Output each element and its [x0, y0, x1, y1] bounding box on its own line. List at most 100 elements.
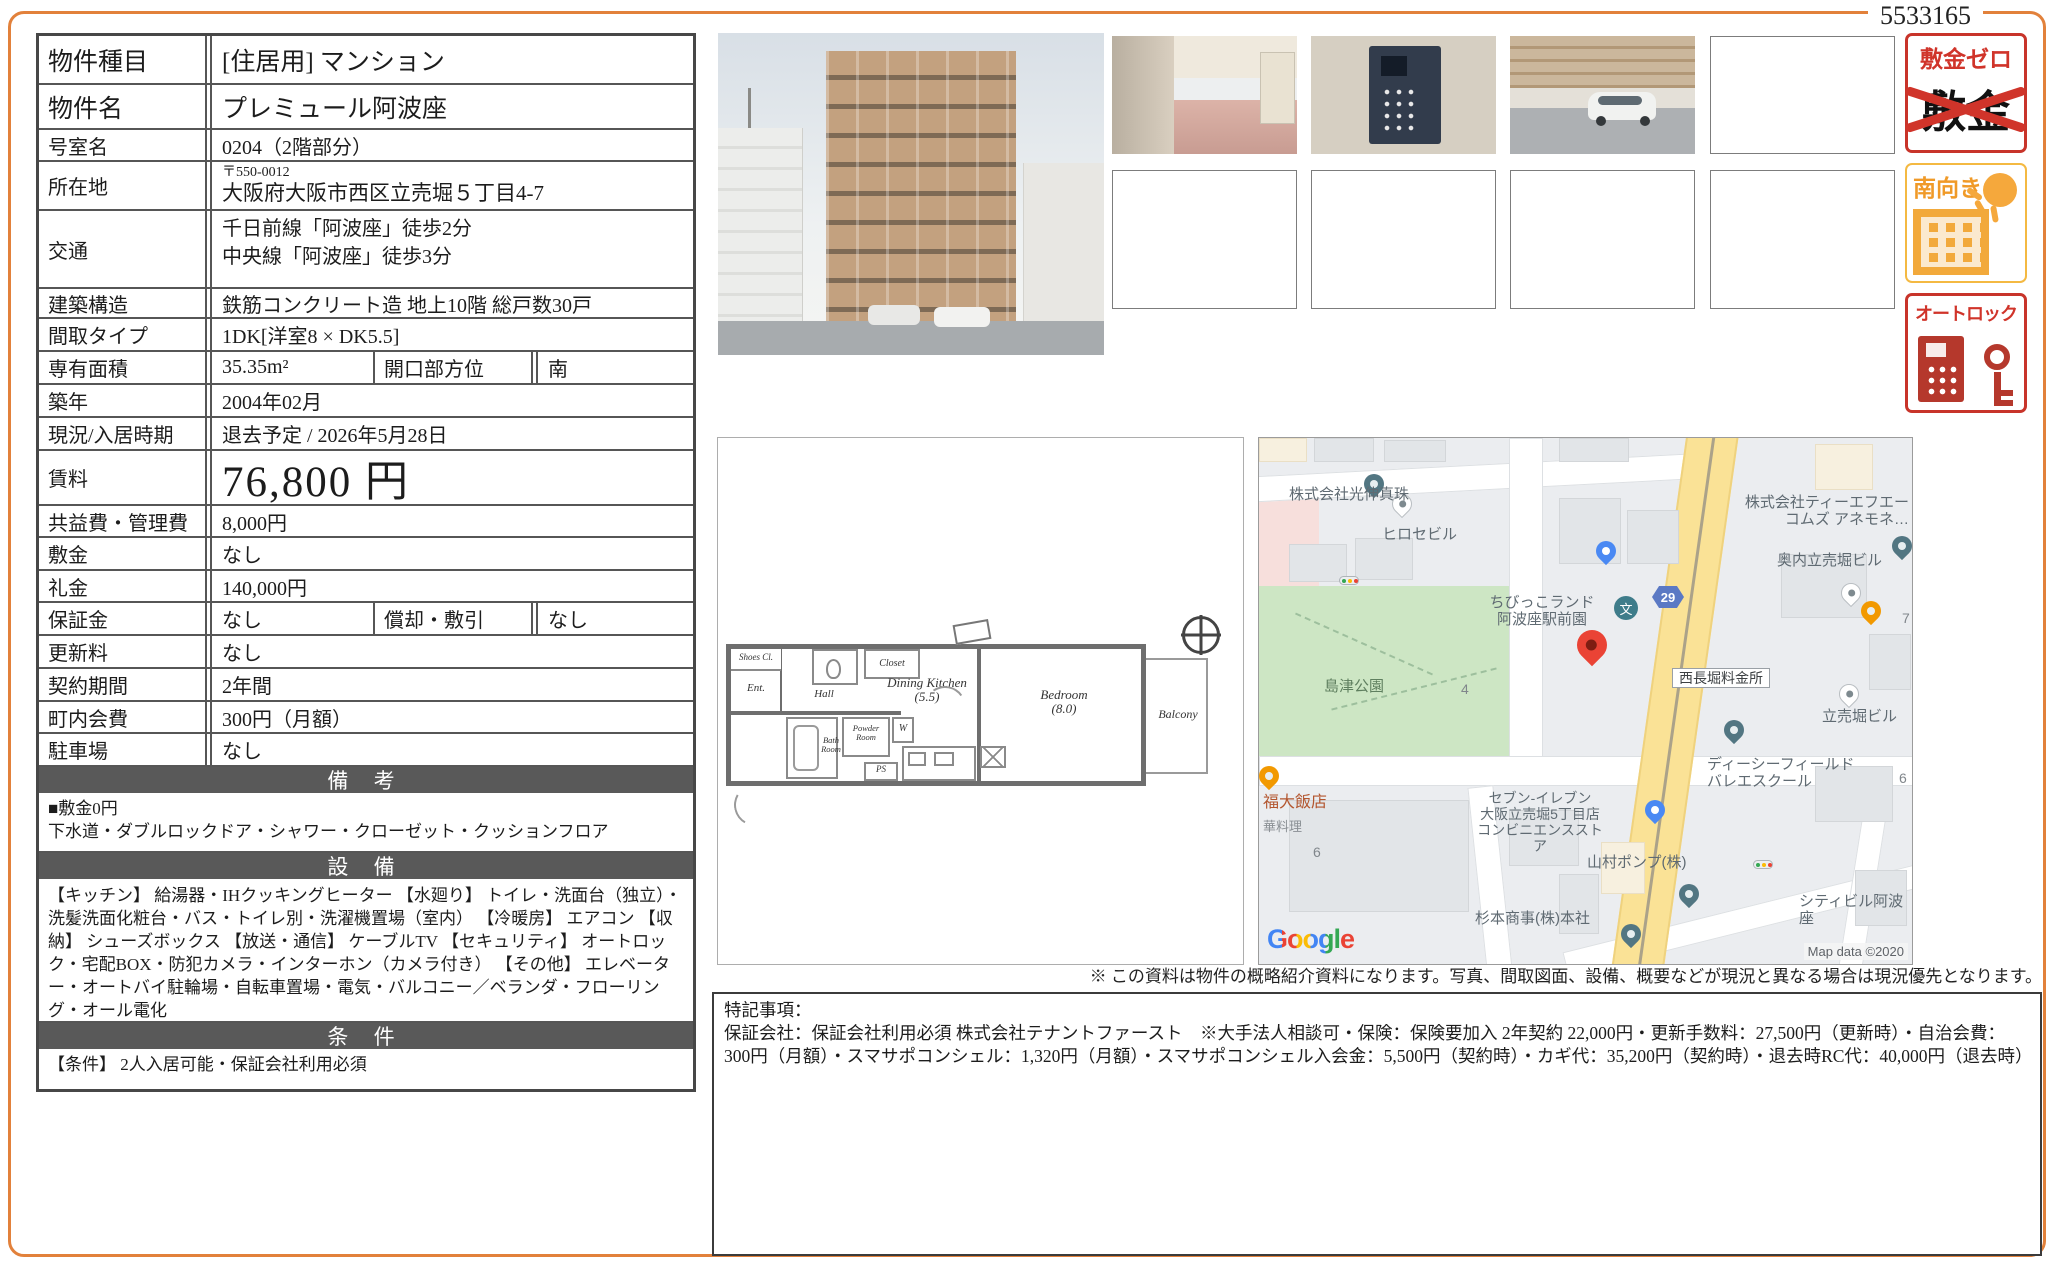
- row-label: 築年: [39, 385, 207, 416]
- row-label: 駐車場: [39, 734, 207, 765]
- row-label: 間取タイプ: [39, 319, 207, 350]
- empty-photo-slot: [1510, 170, 1695, 309]
- special-notes-title: 特記事項：: [724, 999, 2030, 1022]
- row-value: 35.35m²: [210, 352, 370, 383]
- hallway-wall: [1112, 36, 1174, 154]
- car-wheel: [1596, 116, 1606, 126]
- table-row: 物件種目 [住居用] マンション: [39, 36, 693, 83]
- row-label: 契約期間: [39, 669, 207, 700]
- property-spec-table: 物件種目 [住居用] マンション 物件名 プレミュール阿波座 号室名 0204（…: [36, 33, 696, 1092]
- school-icon: 文: [1614, 596, 1638, 620]
- map-label: 山村ポンプ(株): [1587, 854, 1687, 871]
- table-row: 駐車場 なし: [39, 732, 693, 765]
- room-wc: [812, 649, 858, 685]
- map-building: [1384, 440, 1446, 462]
- row-label: 現況/入居時期: [39, 418, 207, 449]
- row-value: 0204（2階部分）: [210, 130, 693, 160]
- equipment-text: 【キッチン】 給湯器・IHクッキングヒーター 【水廻り】 トイレ・洗面台（独立）…: [39, 879, 693, 1021]
- toilet-icon: [826, 659, 841, 679]
- building-icon: [1913, 209, 1989, 275]
- row-label: 礼金: [39, 571, 207, 601]
- table-row: 町内会費 300円（月額）: [39, 700, 693, 732]
- car-wheel: [1640, 116, 1650, 126]
- map-building: [1869, 634, 1911, 690]
- room-label-closet: Closet: [866, 658, 918, 669]
- wall: [731, 711, 901, 715]
- crossed-out-deposit-text: 敷金: [1908, 76, 2024, 140]
- table-row: 礼金 140,000円: [39, 569, 693, 601]
- table-row: 間取タイプ 1DK[洋室8 × DK5.5]: [39, 317, 693, 350]
- postal-code: 〒550-0012: [222, 165, 290, 181]
- equipment-section-header: 設 備: [39, 851, 693, 879]
- map-label: 7: [1902, 610, 1910, 626]
- table-row: 専有面積 35.35m² 開口部方位 南: [39, 350, 693, 383]
- row-value-2: 南: [536, 352, 693, 383]
- row-label: 所在地: [39, 162, 207, 209]
- row-value: なし: [210, 636, 693, 667]
- table-row: 物件名 プレミュール阿波座: [39, 83, 693, 128]
- map-label: 株式会社ティーエフエー コムズ アネモネ…: [1709, 494, 1909, 529]
- map-building: [1314, 438, 1374, 462]
- row-label: 共益費・管理費: [39, 506, 207, 536]
- row-label: 交通: [39, 211, 207, 287]
- map-building: [1627, 510, 1679, 564]
- key-icon: [1984, 344, 2010, 370]
- map-label: 6: [1313, 844, 1321, 860]
- row-label: 保証金: [39, 603, 207, 634]
- hatch-box: [980, 746, 1006, 768]
- room-label-hall: Hall: [804, 688, 844, 700]
- table-row: 所在地 〒550-0012 大阪府大阪市西区立売堀５丁目4-7: [39, 160, 693, 209]
- table-row: 交通 千日前線「阿波座」徒歩2分 中央線「阿波座」徒歩3分: [39, 209, 693, 287]
- empty-photo-slot: [1112, 170, 1297, 309]
- row-value: 300円（月額）: [210, 702, 693, 732]
- special-notes-box: 特記事項： 保証会社：保証会社利用必須 株式会社テナントファースト ※大手法人相…: [712, 992, 2042, 1256]
- row-value: 鉄筋コンクリート造 地上10階 総戸数30戸: [210, 289, 693, 317]
- poi-pin-icon: [1675, 880, 1703, 908]
- main-photo-building-exterior: [718, 33, 1104, 355]
- intercom-keypad: [1381, 86, 1419, 132]
- row-label: 賃料: [39, 451, 207, 504]
- kitchen-stove-icon: [934, 752, 954, 766]
- row-value: [住居用] マンション: [210, 36, 693, 83]
- photo-neighbor-building: [718, 128, 803, 333]
- poi-pin-icon: [1835, 680, 1863, 708]
- room-label-ps: PS: [866, 765, 896, 775]
- table-row: 保証金 なし 償却・敷引 なし: [39, 601, 693, 634]
- photo-intercom: [1311, 36, 1496, 154]
- traffic-light-icon: [1339, 576, 1359, 585]
- row-label-2: 開口部方位: [373, 352, 533, 383]
- map-label: 西長堀料金所: [1672, 668, 1770, 688]
- property-location-pin: [1571, 624, 1613, 666]
- hallway-door: [1260, 52, 1295, 124]
- intercom-panel: [1369, 46, 1441, 144]
- map-label: ディーシーフィールド バレエスクール: [1707, 756, 1854, 791]
- room-label-ent: Ent.: [736, 682, 776, 694]
- address: 大阪府大阪市西区立売堀５丁目4-7: [222, 181, 544, 205]
- map-building: [1259, 438, 1307, 462]
- special-notes-body: 保証会社：保証会社利用必須 株式会社テナントファースト ※大手法人相談可・保険：…: [724, 1022, 2030, 1068]
- map-label: 6: [1899, 770, 1907, 786]
- map-label: 奥内立売堀ビル: [1777, 552, 1882, 569]
- row-value: 退去予定 / 2026年5月28日: [210, 418, 693, 449]
- row-label-2: 償却・敷引: [373, 603, 533, 634]
- room-label-balcony: Balcony: [1148, 708, 1208, 721]
- row-value: 8,000円: [210, 506, 693, 536]
- table-row: 建築構造 鉄筋コンクリート造 地上10階 総戸数30戸: [39, 287, 693, 317]
- intercom-screen: [1381, 56, 1407, 76]
- sun-ray-icon: [1990, 205, 1999, 223]
- table-row: 築年 2004年02月: [39, 383, 693, 416]
- kitchen-sink-icon: [908, 752, 926, 766]
- poi-pin-icon: [1720, 716, 1748, 744]
- conditions-section-header: 条 件: [39, 1021, 693, 1049]
- map-label: 杉本商事(株)本社: [1475, 910, 1590, 927]
- conditions-text: 【条件】 2人入居可能・保証会社利用必須: [39, 1049, 693, 1089]
- row-value: 140,000円: [210, 571, 693, 601]
- remarks-text: ■敷金0円 下水道・ダブルロックドア・シャワー・クローゼット・クッションフロア: [39, 793, 693, 851]
- table-row: 共益費・管理費 8,000円: [39, 504, 693, 536]
- remarks-section-header: 備 考: [39, 765, 693, 793]
- map-label: 島津公園: [1324, 678, 1384, 695]
- photo-street: [718, 321, 1104, 355]
- row-value: 〒550-0012 大阪府大阪市西区立売堀５丁目4-7: [210, 162, 693, 209]
- badge-south-facing: 南向き: [1905, 163, 2027, 283]
- row-label: 建築構造: [39, 289, 207, 317]
